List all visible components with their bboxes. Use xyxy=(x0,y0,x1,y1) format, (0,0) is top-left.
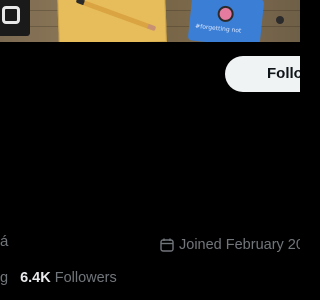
followers-label: Followers xyxy=(54,270,117,286)
banner-card-dot xyxy=(216,5,235,23)
followers-count: 6.4K xyxy=(20,270,51,286)
calendar-icon xyxy=(160,238,174,252)
profile-name-fragment: á xyxy=(0,233,9,250)
followers-link[interactable]: 6.4K Followers xyxy=(20,270,117,286)
profile-banner-image[interactable]: #forgetting not xyxy=(0,0,300,42)
banner-camera-object xyxy=(0,0,30,36)
banner-clip-object xyxy=(276,16,284,24)
banner-notebook-object xyxy=(57,0,167,42)
follow-button[interactable]: Follow xyxy=(225,56,300,92)
joined-date: Joined February 2011 xyxy=(160,236,300,254)
following-label-fragment[interactable]: g xyxy=(0,270,8,286)
joined-date-text: Joined February 2011 xyxy=(179,237,300,253)
profile-stats: g 6.4K Followers xyxy=(0,268,117,288)
banner-card-object: #forgetting not xyxy=(187,0,265,42)
profile-page: #forgetting not Follow á Joined February… xyxy=(0,0,300,300)
banner-card-text: #forgetting not xyxy=(194,22,242,35)
